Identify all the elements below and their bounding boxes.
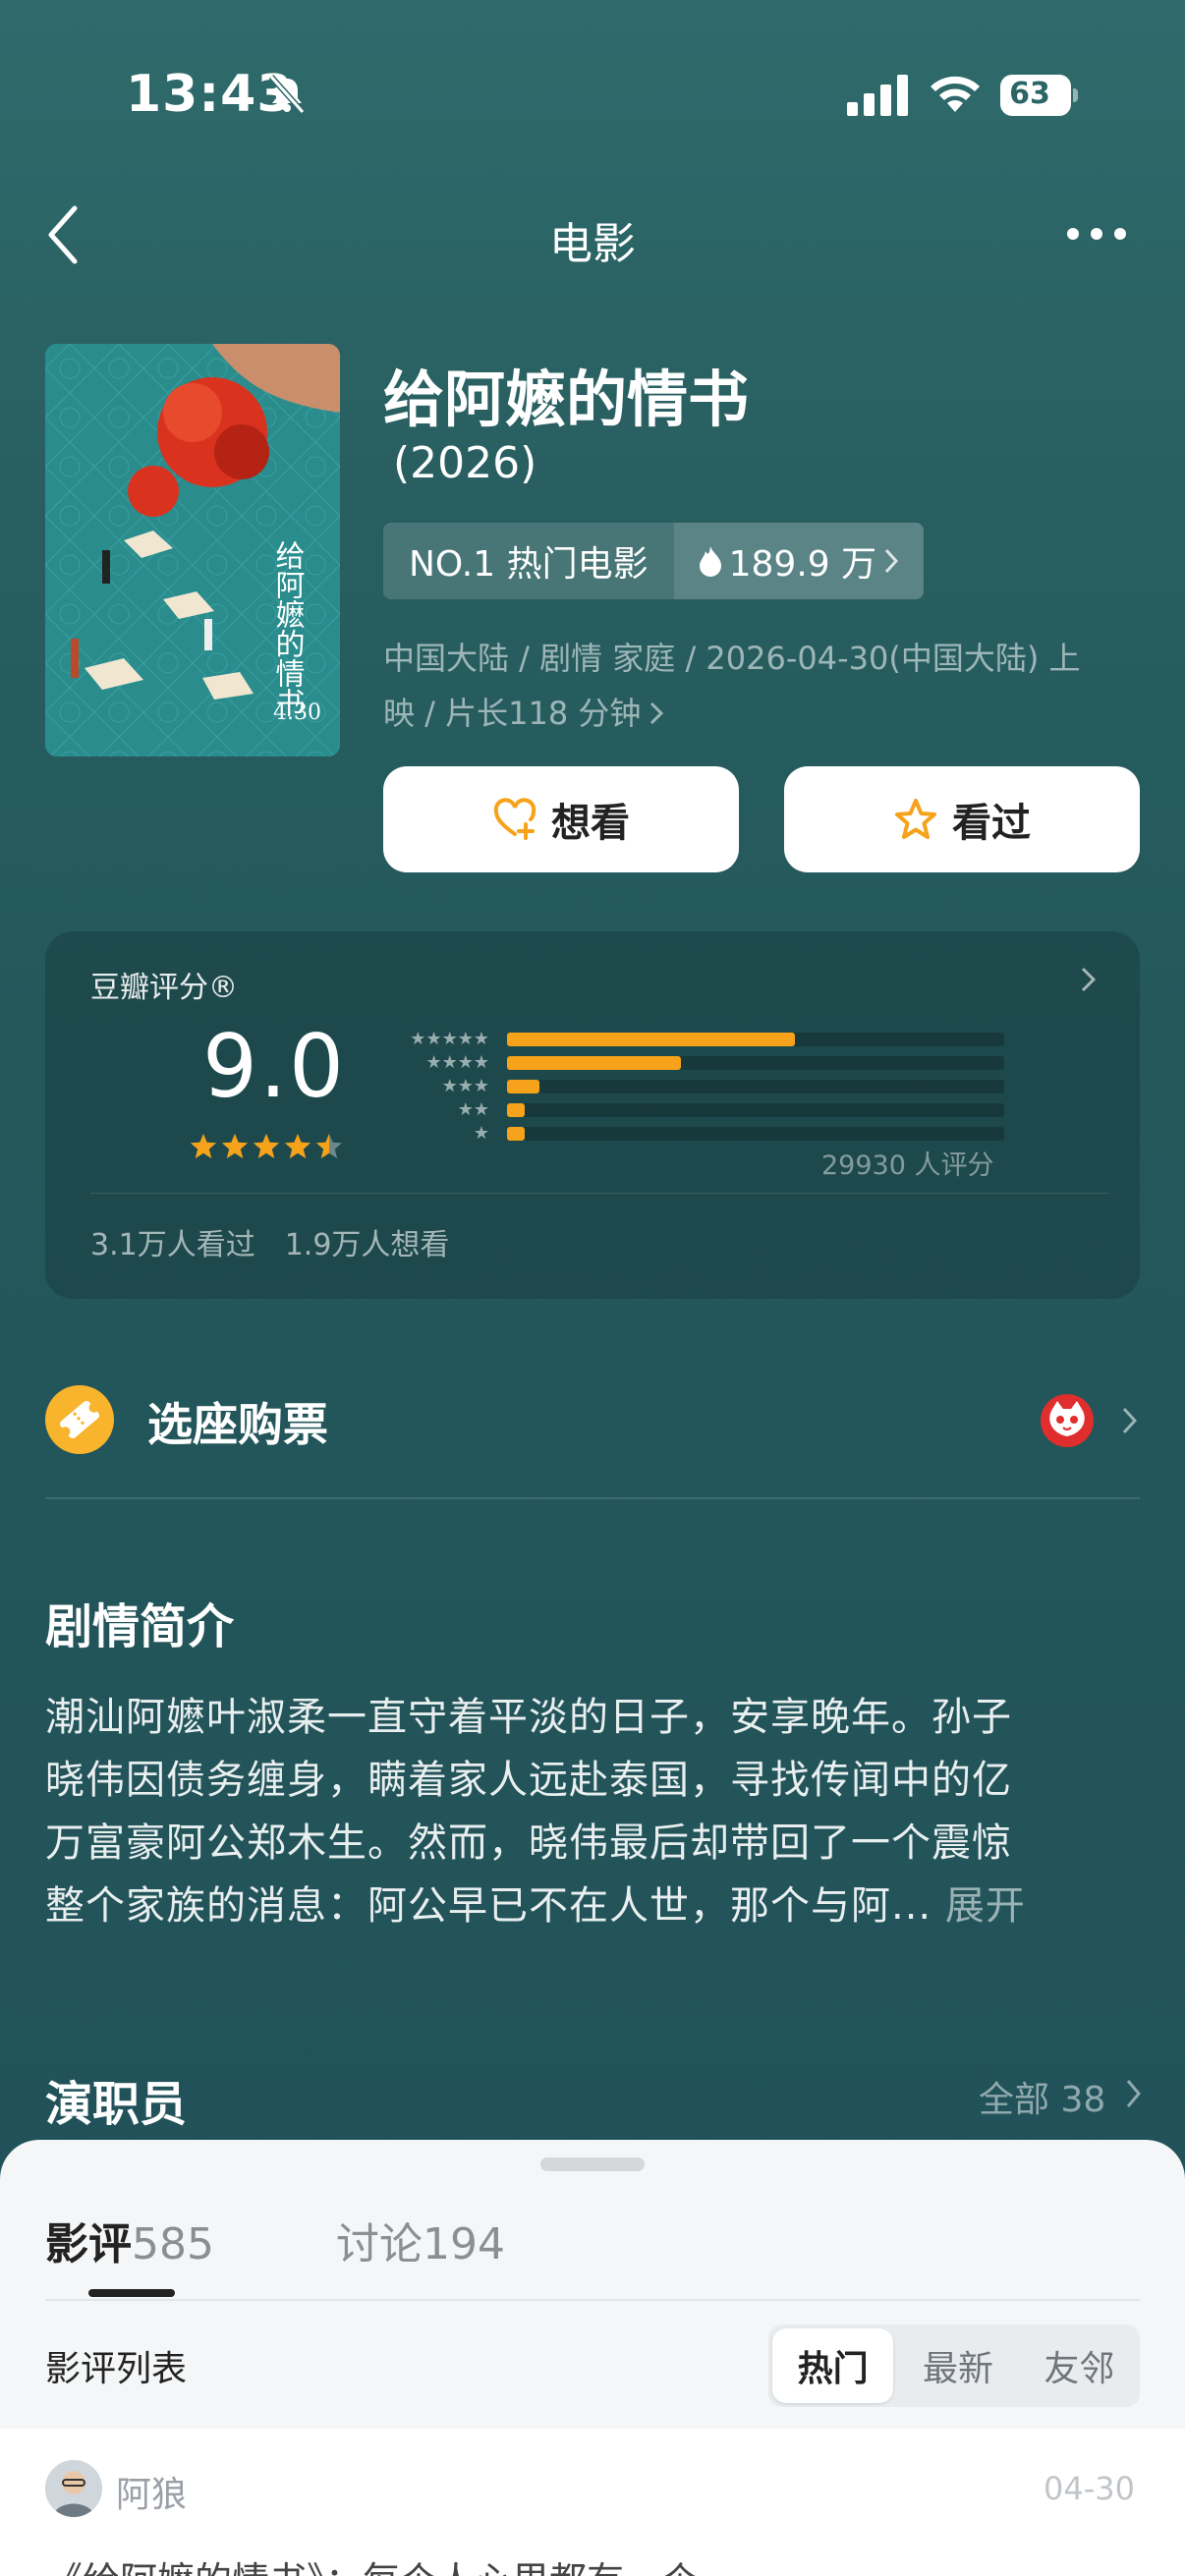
rating-star-icon (191, 1134, 216, 1158)
rating-star-icon (285, 1134, 310, 1158)
distribution-bar (507, 1127, 525, 1141)
rating-stars (189, 1132, 344, 1161)
avatar[interactable] (45, 2460, 102, 2517)
sort-hot[interactable]: 热门 (772, 2328, 894, 2403)
meta-line-2: 映 / 片长118 分钟 (383, 686, 1100, 741)
tab-divider (45, 2299, 1140, 2301)
distribution-bar (507, 1033, 796, 1046)
more-options-icon[interactable] (1063, 222, 1130, 246)
ticket-icon (45, 1385, 114, 1454)
svg-text:4.30: 4.30 (273, 700, 321, 725)
cast-title: 演职员 (45, 2077, 188, 2132)
reviews-sheet[interactable]: 影评585 讨论194 影评列表 热门 最新 友邻 阿狼 04-30 《给阿嬷的… (0, 2140, 1185, 2576)
distribution-row: ★ ★ ★ ★ (379, 1051, 1004, 1075)
nav-title: 电影 (549, 219, 636, 269)
distribution-stars: ★ (473, 1123, 489, 1144)
seen-count: 3.1万人看过 (90, 1228, 255, 1262)
synopsis-line: 整个家族的消息：阿公早已不在人世，那个与阿... 展开 (45, 1883, 1026, 1929)
star-outline-icon (895, 799, 936, 839)
meta-line-1: 中国大陆 / 剧情 家庭 / 2026-04-30(中国大陆) 上 (383, 640, 1081, 677)
distribution-row: ★ ★ (379, 1098, 1004, 1122)
watched-button[interactable]: 看过 (784, 766, 1140, 872)
synopsis-line: 晓伟因债务缠身，瞒着家人远赴泰国，寻找传闻中的亿 (45, 1758, 1012, 1803)
sheet-drag-handle[interactable] (540, 2157, 645, 2171)
chevron-right-icon (885, 548, 899, 574)
distribution-stars: ★ ★ ★ ★ (425, 1052, 489, 1073)
status-bar: 13:43 63 (0, 0, 1185, 196)
poster-artwork: 给阿嬷的情书 4.30 (45, 344, 340, 756)
chevron-right-icon (1081, 967, 1097, 992)
rating-star-icon (316, 1134, 342, 1158)
seen-label: 看过 (952, 801, 1031, 846)
heart-plus-icon (493, 798, 536, 840)
rating-star-icon (222, 1134, 248, 1158)
rating-distribution: ★ ★ ★ ★ ★ ★ ★ ★ ★ ★ ★ ★ ★ ★ ★ (379, 1028, 1004, 1146)
review-title[interactable]: 《给阿嬷的情书》：每个人心里都有一个 (45, 2550, 699, 2576)
heat-value: 189.9 万 (728, 544, 877, 585)
sort-friends[interactable]: 友邻 (1019, 2324, 1140, 2407)
rating-card[interactable]: 豆瓣评分® 9.0 ★ ★ ★ ★ ★ ★ ★ ★ ★ ★ ★ ★ ★ ★ ★ 29930 人评分 3.1万… (45, 931, 1140, 1299)
rank-badge[interactable]: NO.1 热门电影 189.9 万 (383, 523, 925, 599)
flame-icon (699, 546, 721, 577)
distribution-row: ★ (379, 1122, 1004, 1146)
distribution-bar (507, 1080, 539, 1093)
want-to-watch-button[interactable]: 想看 (383, 766, 739, 872)
rating-score: 9.0 (202, 1016, 346, 1117)
cast-all-link[interactable]: 全部 38 (979, 2071, 1105, 2122)
distribution-bar-track (507, 1080, 1004, 1093)
section-divider (45, 1497, 1140, 1499)
rating-source-label: 豆瓣评分® (90, 971, 238, 1005)
review-date: 04-30 (1044, 2470, 1135, 2507)
distribution-row: ★ ★ ★ ★ ★ (379, 1028, 1004, 1051)
mute-bell-icon (268, 75, 306, 114)
distribution-row: ★ ★ ★ (379, 1075, 1004, 1098)
distribution-stars: ★ ★ ★ (441, 1076, 489, 1096)
movie-meta[interactable]: 中国大陆 / 剧情 家庭 / 2026-04-30(中国大陆) 上 映 / 片长… (383, 631, 1100, 741)
battery-icon: 63 (1000, 75, 1079, 116)
chevron-right-icon (650, 701, 664, 725)
expand-link[interactable]: 展开 (945, 1883, 1026, 1929)
buy-tickets-label: 选座购票 (147, 1398, 328, 1451)
sort-newest[interactable]: 最新 (897, 2324, 1018, 2407)
sort-segmented-control[interactable]: 热门 最新 友邻 (768, 2324, 1140, 2407)
movie-title: 给阿嬷的情书 (383, 364, 750, 435)
synopsis-title: 剧情简介 (45, 1599, 235, 1654)
distribution-bar-track (507, 1127, 1004, 1141)
distribution-bar (507, 1103, 525, 1117)
movie-year: (2026) (393, 438, 537, 488)
distribution-bar (507, 1056, 682, 1070)
chevron-right-icon (1126, 2080, 1141, 2107)
tab-reviews[interactable]: 影评585 (45, 2209, 214, 2271)
distribution-stars: ★ ★ ★ ★ ★ (410, 1029, 489, 1049)
rating-count: 29930 人评分 (821, 1150, 994, 1181)
review-card[interactable]: 阿狼 04-30 《给阿嬷的情书》：每个人心里都有一个 (0, 2429, 1185, 2576)
movie-poster[interactable]: 给阿嬷的情书 4.30 (45, 344, 340, 756)
active-tab-indicator (88, 2289, 175, 2297)
distribution-stars: ★ ★ (457, 1099, 489, 1120)
wifi-icon (931, 76, 980, 112)
svg-text:给阿嬷的情书: 给阿嬷的情书 (270, 540, 306, 717)
rating-footer: 3.1万人看过 1.9万人想看 (90, 1220, 449, 1263)
review-author[interactable]: 阿狼 (116, 2466, 187, 2517)
synopsis-text[interactable]: 潮汕阿嬷叶淑柔一直守着平淡的日子，安享晚年。孙子 晓伟因债务缠身，瞒着家人远赴泰… (45, 1686, 1146, 1937)
battery-percent: 63 (1009, 77, 1050, 111)
tab-discussions[interactable]: 讨论194 (336, 2209, 505, 2271)
distribution-bar-track (507, 1103, 1004, 1117)
want-label: 想看 (551, 801, 630, 846)
synopsis-line: 潮汕阿嬷叶淑柔一直守着平淡的日子，安享晚年。孙子 (45, 1695, 1012, 1740)
heat-count[interactable]: 189.9 万 (673, 523, 925, 599)
synopsis-line: 万富豪阿公郑木生。然而，晓伟最后却带回了一个震惊 (45, 1820, 1012, 1866)
want-count: 1.9万人想看 (284, 1228, 450, 1262)
distribution-bar-track (507, 1033, 1004, 1046)
rank-label: NO.1 热门电影 (383, 523, 674, 599)
chevron-right-icon (1122, 1407, 1138, 1434)
distribution-bar-track (507, 1056, 1004, 1070)
rating-star-icon (254, 1134, 279, 1158)
review-list-label: 影评列表 (45, 2349, 188, 2389)
cellular-signal-icon (847, 75, 908, 116)
rating-divider (90, 1193, 1108, 1194)
maoyan-cat-logo-icon (1041, 1394, 1094, 1447)
